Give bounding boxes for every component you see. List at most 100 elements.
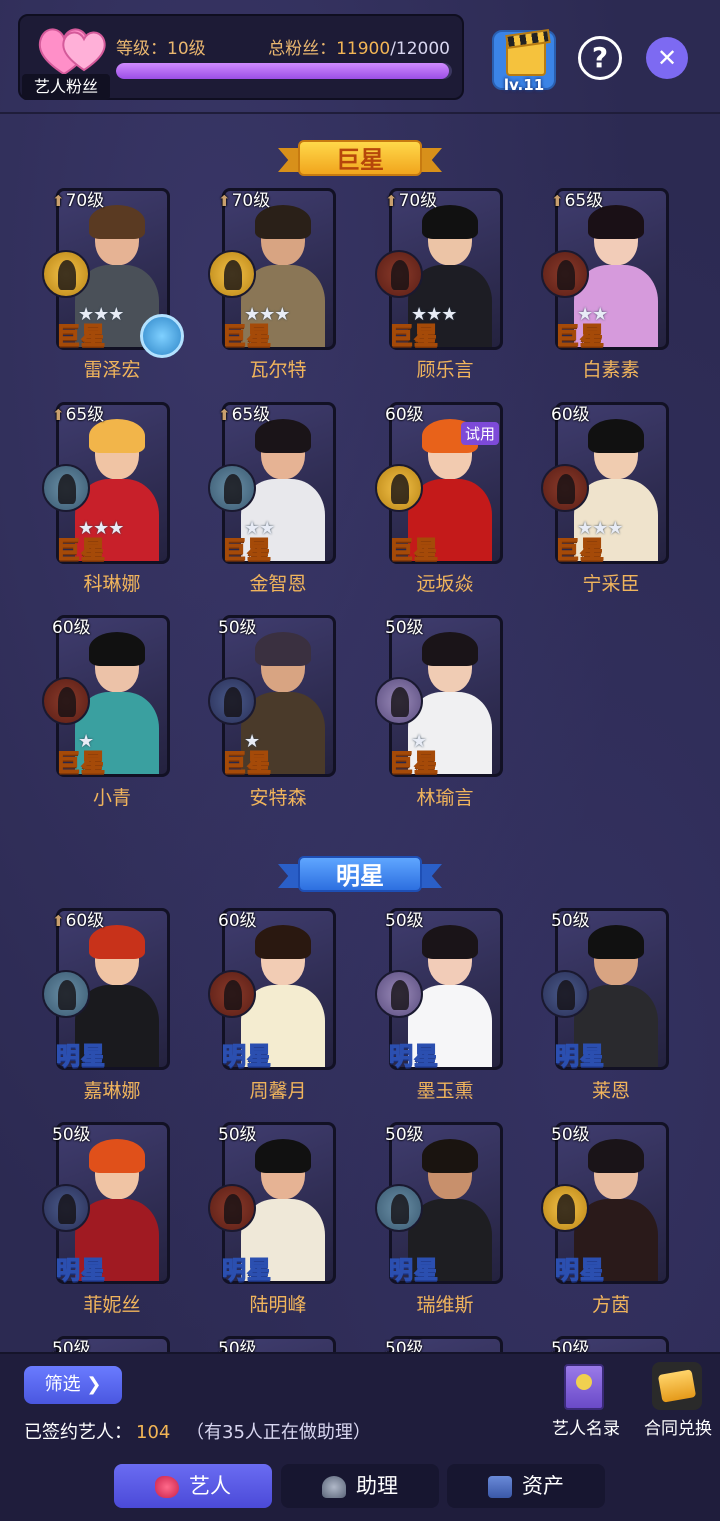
artist-card[interactable]: 50级 ★ 巨星 <box>208 615 336 778</box>
artist-card[interactable]: ⬆70级 ★★★ 巨星 <box>42 188 184 358</box>
studio-level-label: lv.11 <box>503 76 545 94</box>
artist-card[interactable]: 60级明星 <box>208 908 336 1071</box>
tier-label: 巨星 <box>55 748 106 777</box>
fans-current: 11900 <box>336 39 391 59</box>
artist-name: 小青 <box>92 787 131 809</box>
tier-label: 巨星 <box>554 321 605 350</box>
tier-label: 明星 <box>554 1255 605 1284</box>
close-button[interactable]: ✕ <box>646 37 688 79</box>
artist-card[interactable]: 50级 明星 <box>541 908 669 1071</box>
artist-name: 科琳娜 <box>83 573 141 595</box>
tier-label: 巨星 <box>221 321 272 350</box>
artist-level: 50级 <box>551 906 590 931</box>
artist-name: 方茵 <box>591 1294 630 1316</box>
role-red-icon <box>541 464 589 512</box>
artist-level: ⬆70级 <box>52 186 104 211</box>
artist-card[interactable]: 50级明星 <box>208 1122 336 1285</box>
artist-level-value: 60级 <box>65 911 105 931</box>
artist-level: ⬆60级 <box>52 906 104 931</box>
artist-level-value: 70级 <box>65 191 105 211</box>
artist-level-value: 50级 <box>385 911 424 931</box>
tab-assistants[interactable]: 助理 <box>281 1464 439 1508</box>
tier-label: 巨星 <box>388 321 439 350</box>
artist-level-value: 50级 <box>551 911 590 931</box>
artist-level: 50级 <box>385 1120 424 1145</box>
artist-card[interactable]: ⬆65级 ★★★ 巨星 <box>42 402 170 565</box>
tab-artists-label: 艺人 <box>189 1474 231 1498</box>
role-red-icon <box>208 970 256 1018</box>
artist-card[interactable]: ⬆70级 ★★★ 巨星 <box>375 188 503 351</box>
filter-button[interactable]: 筛选 ❯ <box>24 1366 122 1404</box>
bottom-tabs: 艺人 助理 资产 <box>0 1462 720 1521</box>
artist-roster-button[interactable]: 艺人名录 <box>546 1360 626 1440</box>
asset-icon <box>488 1476 512 1498</box>
fans-max: /12000 <box>390 39 450 59</box>
artist-name: 墨玉熏 <box>416 1080 474 1102</box>
tier-label: 明星 <box>221 1041 272 1070</box>
artist-card[interactable]: 50级明星 <box>42 1122 170 1285</box>
role-purple-icon <box>375 677 423 725</box>
artist-level-value: 50级 <box>385 1125 424 1145</box>
roster-book-icon <box>564 1364 604 1410</box>
artist-name: 嘉琳娜 <box>83 1080 141 1102</box>
role-teal-icon <box>42 464 90 512</box>
role-purple-icon <box>375 970 423 1018</box>
artist-level: 60级 <box>218 906 257 931</box>
tier-label: 巨星 <box>388 535 439 564</box>
artist-level: 50级 <box>52 1120 91 1145</box>
role-teal-icon <box>42 970 90 1018</box>
artist-card[interactable]: ⬆70级 ★★★ 巨星 <box>208 188 336 351</box>
trial-badge: 试用 <box>461 422 500 445</box>
role-teal-icon <box>375 1184 423 1232</box>
artist-card[interactable]: 60级 ★ 巨星 <box>42 615 170 778</box>
artist-level-value: 50级 <box>385 618 424 638</box>
tier-label: 巨星 <box>55 321 106 350</box>
tier-label: 巨星 <box>55 535 106 564</box>
header-divider <box>0 112 720 114</box>
help-button[interactable]: ? <box>578 36 622 80</box>
artist-name: 瓦尔特 <box>249 359 307 381</box>
artist-level: ⬆70级 <box>385 186 437 211</box>
artist-level: 50级 <box>218 613 257 638</box>
role-gold-icon <box>208 250 256 298</box>
beach-badge-icon <box>140 314 184 358</box>
tier-label: 巨星 <box>221 748 272 777</box>
role-teal-icon <box>208 464 256 512</box>
artist-card[interactable]: ⬆65级 ★★ 巨星 <box>208 402 336 565</box>
artist-card[interactable]: 50级 明星 <box>375 1122 503 1285</box>
superstar-section-title: 巨星 <box>298 140 422 176</box>
artist-card[interactable]: 50级 ★ 巨星 <box>375 615 503 778</box>
level-up-arrow-icon: ⬆ <box>52 406 65 424</box>
contract-exchange-button[interactable]: 合同兑换 <box>636 1360 720 1440</box>
studio-level-button[interactable]: lv.11 <box>492 30 556 96</box>
artist-name: 瑞维斯 <box>416 1294 474 1316</box>
artist-card[interactable]: ⬆65级 ★★ 巨星 <box>541 188 669 351</box>
artist-card[interactable]: 50级 明星 <box>541 1122 669 1285</box>
artist-level: ⬆65级 <box>52 400 104 425</box>
tier-label: 明星 <box>388 1041 439 1070</box>
fans-progress-bar <box>116 63 452 79</box>
artist-level: 60级 <box>385 400 424 425</box>
level-up-arrow-icon: ⬆ <box>551 192 564 210</box>
tier-label: 明星 <box>221 1255 272 1284</box>
tier-label: 明星 <box>55 1255 106 1284</box>
artist-card[interactable]: 60级 ★★★ 巨星 <box>541 402 669 565</box>
role-red-icon <box>42 677 90 725</box>
tier-label: 明星 <box>55 1041 106 1070</box>
tab-assets[interactable]: 资产 <box>447 1464 605 1508</box>
artist-level-value: 65级 <box>231 405 271 425</box>
artist-level-value: 50级 <box>218 618 257 638</box>
role-red-icon <box>541 250 589 298</box>
artist-card[interactable]: ⬆60级明星 <box>42 908 170 1071</box>
tier-label: 巨星 <box>388 748 439 777</box>
artist-card[interactable]: 60级巨星 试用 <box>375 402 503 565</box>
artist-card[interactable]: 50级明星 <box>375 908 503 1071</box>
roster-label: 艺人名录 <box>552 1419 620 1439</box>
tab-assistants-label: 助理 <box>356 1474 398 1498</box>
fans-progress-fill <box>116 63 450 79</box>
hearts-icon <box>38 28 106 76</box>
artist-name: 雷泽宏 <box>83 359 141 381</box>
artist-level-value: 50级 <box>218 1125 257 1145</box>
artist-name: 白素素 <box>582 359 640 381</box>
tab-artists[interactable]: 艺人 <box>114 1464 272 1508</box>
